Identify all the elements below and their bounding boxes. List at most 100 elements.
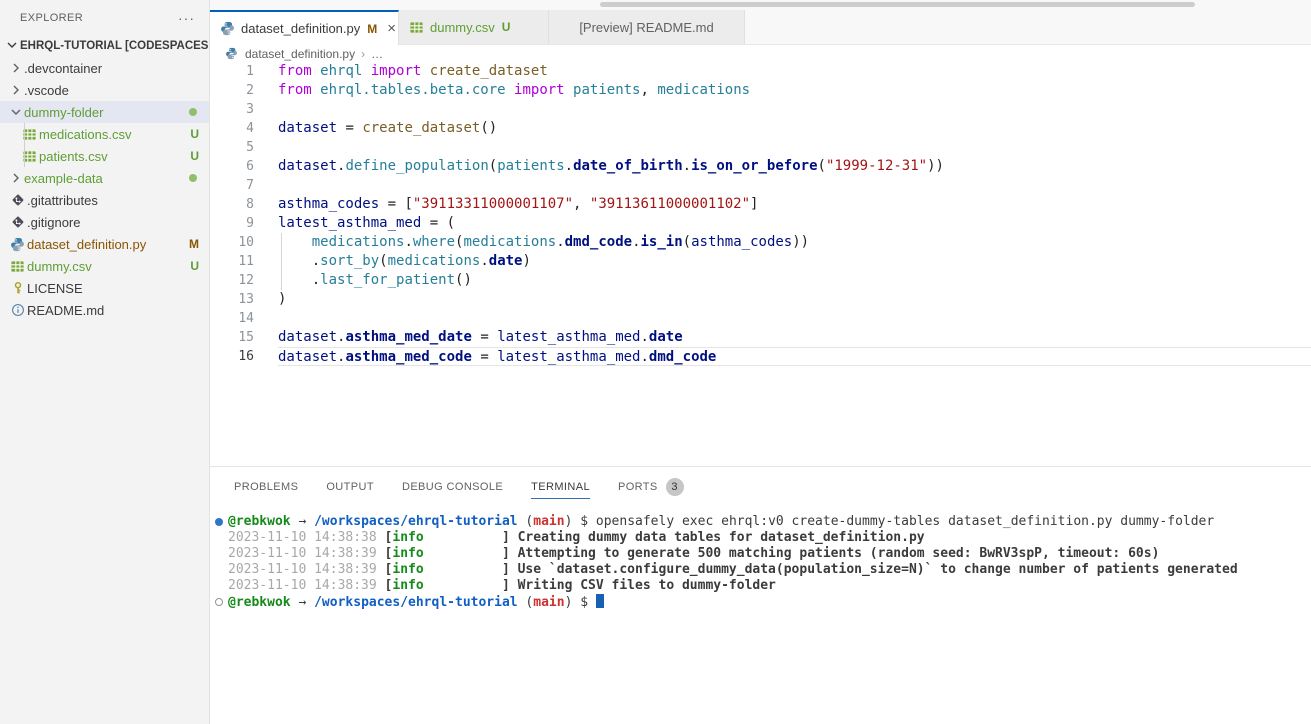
code-line-5[interactable]: 5 bbox=[210, 138, 1311, 157]
code-content[interactable] bbox=[278, 138, 1311, 157]
code-content[interactable]: dataset.asthma_med_date = latest_asthma_… bbox=[278, 328, 1311, 347]
file-tree: .devcontainer.vscodedummy-foldermedicati… bbox=[0, 57, 209, 321]
tree-item-license[interactable]: LICENSE bbox=[0, 277, 209, 299]
code-line-16[interactable]: 16dataset.asthma_med_code = latest_asthm… bbox=[210, 347, 1311, 366]
terminal-token: info bbox=[392, 546, 423, 561]
tab-readme-preview[interactable]: [Preview] README.md bbox=[549, 10, 745, 44]
breadcrumb-rest[interactable]: … bbox=[371, 47, 383, 61]
token: asthma_med_date bbox=[345, 329, 471, 345]
token: latest_asthma_med bbox=[497, 349, 640, 365]
code-line-6[interactable]: 6dataset.define_population(patients.date… bbox=[210, 157, 1311, 176]
python-icon bbox=[220, 21, 235, 36]
tree-item-dataset-definition-py[interactable]: dataset_definition.pyM bbox=[0, 233, 209, 255]
code-content[interactable]: ) bbox=[278, 290, 1311, 309]
terminal-token: /workspaces/ehrql-tutorial bbox=[314, 514, 518, 529]
code-line-13[interactable]: 13) bbox=[210, 290, 1311, 309]
terminal-token: main bbox=[533, 595, 564, 610]
command-success-decoration-icon[interactable] bbox=[215, 518, 223, 526]
close-icon[interactable]: × bbox=[387, 21, 396, 36]
code-line-3[interactable]: 3 bbox=[210, 100, 1311, 119]
panel-tab-debug-console[interactable]: DEBUG CONSOLE bbox=[402, 467, 503, 506]
tab-dataset-definition[interactable]: dataset_definition.py M × bbox=[210, 10, 399, 45]
token: . bbox=[278, 253, 320, 269]
token: ehrql.tables.beta.core bbox=[320, 82, 505, 98]
tree-item-patients-csv[interactable]: patients.csvU bbox=[0, 145, 209, 167]
tab-dummy-csv[interactable]: dummy.csv U bbox=[399, 10, 549, 44]
token: = bbox=[472, 329, 497, 345]
code-content[interactable]: from ehrql import create_dataset bbox=[278, 62, 1311, 81]
token: dataset bbox=[278, 349, 337, 365]
code-line-4[interactable]: 4dataset = create_dataset() bbox=[210, 119, 1311, 138]
code-content[interactable]: asthma_codes = ["39113311000001107", "39… bbox=[278, 195, 1311, 214]
code-content[interactable] bbox=[278, 176, 1311, 195]
token: sort_by bbox=[320, 253, 379, 269]
prompt-decoration-icon[interactable] bbox=[215, 598, 223, 606]
tree-item-readme-md[interactable]: README.md bbox=[0, 299, 209, 321]
tree-item-medications-csv[interactable]: medications.csvU bbox=[0, 123, 209, 145]
changes-dot-badge bbox=[189, 108, 197, 116]
code-line-11[interactable]: 11 .sort_by(medications.date) bbox=[210, 252, 1311, 271]
code-line-10[interactable]: 10 medications.where(medications.dmd_cod… bbox=[210, 233, 1311, 252]
code-line-7[interactable]: 7 bbox=[210, 176, 1311, 195]
token: date_of_birth bbox=[573, 158, 683, 174]
code-line-14[interactable]: 14 bbox=[210, 309, 1311, 328]
terminal-line-3: 2023-11-10 14:38:39 [info ] Attempting t… bbox=[210, 546, 1311, 562]
tab-label: [Preview] README.md bbox=[579, 20, 713, 35]
code-line-15[interactable]: 15dataset.asthma_med_date = latest_asthm… bbox=[210, 328, 1311, 347]
tree-item--gitattributes[interactable]: .gitattributes bbox=[0, 189, 209, 211]
tree-item--devcontainer[interactable]: .devcontainer bbox=[0, 57, 209, 79]
tree-item--gitignore[interactable]: .gitignore bbox=[0, 211, 209, 233]
token: date bbox=[489, 253, 523, 269]
terminal-token: @rebkwok bbox=[228, 595, 291, 610]
code-content[interactable] bbox=[278, 309, 1311, 328]
tree-item-dummy-folder[interactable]: dummy-folder bbox=[0, 101, 209, 123]
code-line-8[interactable]: 8asthma_codes = ["39113311000001107", "3… bbox=[210, 195, 1311, 214]
code-line-12[interactable]: 12 .last_for_patient() bbox=[210, 271, 1311, 290]
more-actions-icon[interactable]: ··· bbox=[178, 10, 195, 26]
code-content[interactable]: dataset = create_dataset() bbox=[278, 119, 1311, 138]
chevron-right-icon bbox=[8, 170, 24, 186]
token: = [ bbox=[379, 196, 413, 212]
panel-tab-ports[interactable]: PORTS3 bbox=[618, 467, 684, 506]
tab-scrollbar[interactable] bbox=[600, 2, 1195, 7]
code-line-9[interactable]: 9latest_asthma_med = ( bbox=[210, 214, 1311, 233]
code-content[interactable]: .last_for_patient() bbox=[278, 271, 1311, 290]
code-content[interactable]: dataset.define_population(patients.date_… bbox=[278, 157, 1311, 176]
tree-item-example-data[interactable]: example-data bbox=[0, 167, 209, 189]
explorer-title: EXPLORER bbox=[20, 12, 83, 24]
code-editor[interactable]: 1 from ehrql import create_dataset2from e… bbox=[210, 62, 1311, 466]
code-content[interactable]: medications.where(medications.dmd_code.i… bbox=[278, 233, 1311, 252]
panel-tab-problems[interactable]: PROBLEMS bbox=[234, 467, 298, 506]
code-content[interactable]: dataset.asthma_med_code = latest_asthma_… bbox=[278, 347, 1311, 366]
code-line-2[interactable]: 2from ehrql.tables.beta.core import pati… bbox=[210, 81, 1311, 100]
terminal-token: → bbox=[291, 514, 314, 529]
tree-item-dummy-csv[interactable]: dummy.csvU bbox=[0, 255, 209, 277]
chevron-right-icon bbox=[8, 60, 24, 76]
file-label: .gitattributes bbox=[27, 193, 209, 208]
panel-tab-output[interactable]: OUTPUT bbox=[326, 467, 374, 506]
breadcrumb[interactable]: dataset_definition.py › … bbox=[210, 45, 1311, 62]
csv-file-icon bbox=[22, 149, 37, 164]
code-content[interactable]: latest_asthma_med = ( bbox=[278, 214, 1311, 233]
chevron-right-icon bbox=[8, 82, 24, 98]
panel-tab-terminal[interactable]: TERMINAL bbox=[531, 467, 590, 506]
code-content[interactable] bbox=[278, 100, 1311, 119]
token: date bbox=[649, 329, 683, 345]
token bbox=[565, 82, 573, 98]
token: medications bbox=[388, 253, 481, 269]
file-label: dataset_definition.py bbox=[27, 237, 183, 252]
terminal-area[interactable]: @rebkwok → /workspaces/ehrql-tutorial (m… bbox=[210, 514, 1311, 724]
workspace-root-row[interactable]: EHRQL-TUTORIAL [CODESPACES:... bbox=[0, 35, 209, 57]
git-icon bbox=[8, 215, 27, 229]
token: patients bbox=[497, 158, 564, 174]
code-content[interactable]: from ehrql.tables.beta.core import patie… bbox=[278, 81, 1311, 100]
token: . bbox=[480, 253, 488, 269]
code-line-1[interactable]: 1 from ehrql import create_dataset bbox=[210, 62, 1311, 81]
line-number: 1 bbox=[210, 62, 254, 81]
tree-item--vscode[interactable]: .vscode bbox=[0, 79, 209, 101]
code-content[interactable]: .sort_by(medications.date) bbox=[278, 252, 1311, 271]
csv-icon bbox=[20, 149, 39, 164]
breadcrumb-file[interactable]: dataset_definition.py bbox=[245, 47, 355, 61]
token: . bbox=[278, 272, 320, 288]
token: . bbox=[404, 234, 412, 250]
